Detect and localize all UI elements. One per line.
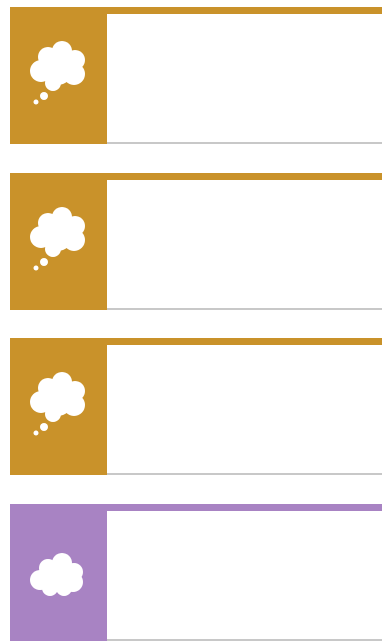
think-block-3[interactable] <box>10 338 382 475</box>
block-top-bar <box>107 7 382 14</box>
say-block[interactable] <box>10 504 382 641</box>
block-bottom-border <box>107 308 382 310</box>
think-block-body[interactable] <box>107 173 382 310</box>
block-top-bar <box>107 504 382 511</box>
think-block-icon-panel[interactable] <box>10 7 107 144</box>
say-block-body[interactable] <box>107 504 382 641</box>
block-stack <box>0 0 382 641</box>
think-block-body[interactable] <box>107 7 382 144</box>
think-block-icon-panel[interactable] <box>10 173 107 310</box>
thought-bubble-icon <box>30 207 85 271</box>
think-text-field[interactable] <box>107 180 382 308</box>
think-text-field[interactable] <box>107 345 382 473</box>
say-text-field[interactable] <box>107 511 382 639</box>
think-block-1[interactable] <box>10 7 382 144</box>
think-block-2[interactable] <box>10 173 382 310</box>
block-top-bar <box>107 173 382 180</box>
speech-cloud-icon <box>30 553 83 596</box>
block-top-bar <box>107 338 382 345</box>
thought-bubble-icon <box>30 372 85 436</box>
block-bottom-border <box>107 142 382 144</box>
thought-bubble-icon <box>30 41 85 105</box>
block-bottom-border <box>107 473 382 475</box>
say-block-icon-panel[interactable] <box>10 504 107 641</box>
think-block-icon-panel[interactable] <box>10 338 107 475</box>
think-text-field[interactable] <box>107 14 382 142</box>
think-block-body[interactable] <box>107 338 382 475</box>
